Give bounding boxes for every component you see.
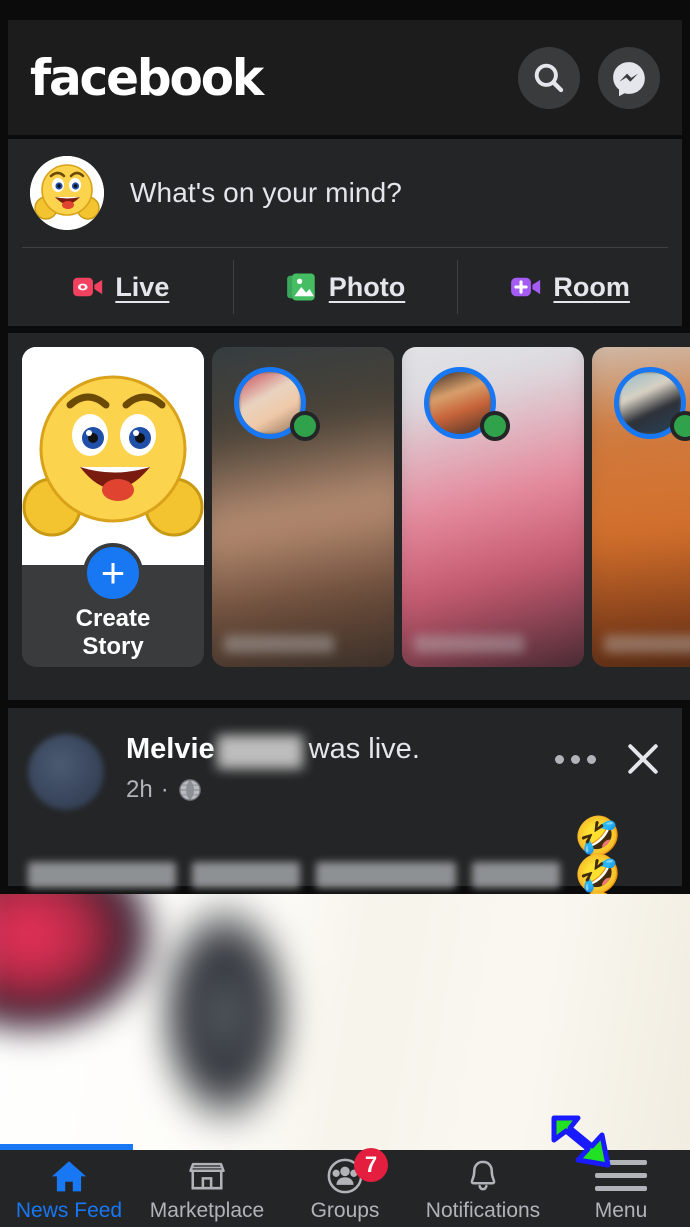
story-author-name (224, 635, 334, 653)
nav-label-groups: Groups (310, 1198, 380, 1222)
post-title-suffix: was live. (308, 733, 420, 765)
create-story-card[interactable]: + Create Story (22, 347, 204, 667)
header-actions (518, 46, 660, 109)
home-icon (49, 1157, 89, 1195)
nav-label-marketplace: Marketplace (149, 1198, 265, 1222)
search-icon (531, 60, 567, 96)
photo-gallery-icon (285, 270, 319, 304)
composer-actions: Live Photo Room (8, 248, 682, 326)
close-icon[interactable] (624, 740, 662, 778)
groups-icon: 7 (324, 1147, 388, 1195)
nav-label-notifications: Notifications (425, 1198, 541, 1222)
create-story-label: Create Story (75, 605, 151, 661)
messenger-button[interactable] (598, 46, 660, 109)
online-status-dot (290, 411, 320, 441)
room-button[interactable]: Room (457, 260, 682, 314)
globe-icon (177, 777, 203, 803)
nav-label-menu: Menu (594, 1198, 648, 1222)
post-author-meta: Melvie was live. 2h · (126, 733, 555, 804)
post-controls (555, 734, 662, 778)
nav-item-marketplace[interactable]: Marketplace (138, 1157, 276, 1221)
room-label: Room (553, 271, 630, 302)
page-load-progress-bar (0, 1144, 133, 1150)
facebook-mobile-app: facebook What's on your mind? Live Photo… (0, 0, 690, 1227)
post-author-name-redacted (216, 734, 303, 769)
photo-label: Photo (328, 271, 406, 302)
facebook-logo[interactable]: facebook (30, 53, 264, 103)
post-composer: What's on your mind? Live Photo Room (8, 139, 682, 326)
nav-item-notifications[interactable]: Notifications (414, 1157, 552, 1221)
post-subtitle: 2h · (126, 776, 555, 804)
story-card[interactable] (592, 347, 690, 667)
marketplace-icon (187, 1157, 227, 1195)
post-header: Melvie was live. 2h · (8, 708, 682, 810)
room-video-icon (509, 270, 543, 304)
annotation-arrow-icon (548, 1113, 624, 1175)
online-status-dot (480, 411, 510, 441)
groups-badge: 7 (354, 1147, 388, 1182)
nav-label-news-feed: News Feed (15, 1198, 123, 1222)
live-button[interactable]: Live (8, 270, 233, 304)
messenger-icon (610, 59, 648, 97)
composer-input-row[interactable]: What's on your mind? (8, 139, 682, 247)
create-story-plus-button[interactable]: + (83, 543, 143, 603)
composer-placeholder-text[interactable]: What's on your mind? (130, 177, 402, 209)
post-timestamp: 2h (126, 775, 153, 803)
search-button[interactable] (518, 46, 580, 109)
live-video-icon (71, 270, 105, 304)
post-caption-redacted (28, 862, 560, 888)
photo-button[interactable]: Photo (232, 260, 458, 314)
story-author-name (604, 635, 690, 653)
post-title: Melvie was live. (126, 733, 555, 769)
bell-icon (464, 1157, 502, 1195)
live-label: Live (115, 271, 170, 302)
post-author-avatar[interactable] (28, 734, 104, 810)
story-author-name (414, 635, 524, 653)
stories-strip[interactable]: + Create Story (8, 333, 690, 667)
avatar[interactable] (30, 156, 104, 230)
nav-item-news-feed[interactable]: News Feed (0, 1157, 138, 1221)
nav-item-groups[interactable]: 7 Groups (276, 1147, 414, 1222)
post-author-name[interactable]: Melvie (126, 733, 215, 766)
app-header: facebook (8, 20, 682, 135)
post-separator: · (160, 775, 169, 803)
stories-tray: + Create Story (8, 333, 690, 700)
create-story-thumbnail (22, 347, 204, 565)
more-options-icon[interactable] (555, 754, 596, 764)
story-card[interactable] (212, 347, 394, 667)
story-card[interactable] (402, 347, 584, 667)
feed-post: Melvie was live. 2h · 🤣🤣 (8, 708, 682, 932)
